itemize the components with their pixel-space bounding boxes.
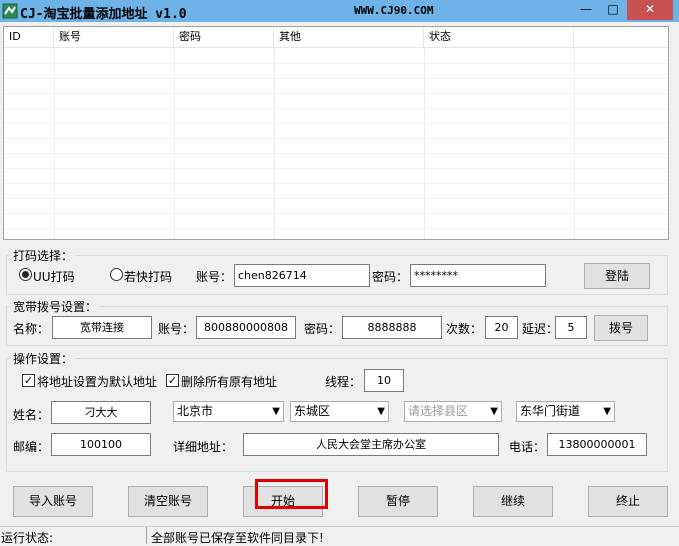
column-divider [54,48,55,239]
column-divider [424,48,425,239]
empty-list-row [4,153,668,154]
column-other[interactable]: 其他 [274,27,424,48]
account-list-header: ID 账号 密码 其他 状态 [4,27,668,48]
empty-list-row [4,63,668,64]
empty-list-row [4,93,668,94]
status-divider [146,527,147,544]
pause-button[interactable]: 暂停 [358,486,438,517]
operation-group-label: 操作设置： [11,350,76,367]
login-button[interactable]: 登陆 [584,263,650,289]
threads-input[interactable]: 10 [364,369,404,392]
county-select[interactable]: 请选择县区 ▼ [404,401,502,422]
address-input[interactable]: 人民大会堂主席办公室 [243,433,499,456]
chevron-down-icon: ▼ [272,406,280,417]
county-placeholder: 请选择县区 [408,404,469,418]
close-button[interactable]: ✕ [627,0,673,20]
city-select[interactable]: 东城区 ▼ [290,401,389,422]
status-message: 全部账号已保存至软件同目录下! [151,531,324,545]
dial-count-input[interactable]: 20 [485,316,518,339]
ruokuai-captcha-label[interactable]: 若快打码 [124,268,172,285]
ruokuai-captcha-radio[interactable] [110,268,123,281]
broadband-account-input[interactable]: 800880000808 [196,316,296,339]
default-address-checkbox[interactable]: ✓ [22,374,35,387]
empty-list-row [4,78,668,79]
window-title: CJ-淘宝批量添加地址 v1.0 [20,7,187,22]
captcha-password-input[interactable]: ******** [410,264,546,287]
uu-captcha-radio[interactable] [19,268,32,281]
resume-button[interactable]: 继续 [473,486,553,517]
broadband-account-label: 账号： [158,322,195,336]
minimize-button[interactable]: — [573,0,599,20]
empty-list-row [4,138,668,139]
title-bar: CJ-淘宝批量添加地址 v1.0 WWW.CJ90.COM — □ ✕ [0,0,679,22]
recipient-name-input[interactable]: 刁大大 [51,401,151,424]
dial-delay-input[interactable]: 5 [555,316,587,339]
chevron-down-icon: ▼ [603,406,611,417]
chevron-down-icon: ▼ [490,406,498,417]
recipient-name-label: 姓名： [13,408,50,422]
column-divider [274,48,275,239]
broadband-password-label: 密码： [304,322,341,336]
empty-list-row [4,228,668,229]
dial-count-label: 次数： [446,322,483,336]
chevron-down-icon: ▼ [377,406,385,417]
status-bar [0,526,679,544]
captcha-account-label: 账号： [196,270,233,284]
delete-all-checkbox[interactable]: ✓ [166,374,179,387]
captcha-group-label: 打码选择： [11,247,76,264]
empty-list-row [4,213,668,214]
delete-all-label[interactable]: 删除所有原有地址 [181,373,277,390]
province-select[interactable]: 北京市 ▼ [173,401,284,422]
dial-delay-label: 延迟： [522,322,559,336]
column-account[interactable]: 账号 [54,27,174,48]
broadband-name-input[interactable]: 宽带连接 [52,316,152,339]
dial-button[interactable]: 拨号 [594,315,648,341]
broadband-name-label: 名称： [13,322,50,336]
broadband-group-label: 宽带拨号设置： [11,298,100,315]
zip-label: 邮编： [13,440,50,454]
start-button-highlight [255,479,328,509]
import-accounts-button[interactable]: 导入账号 [13,486,93,517]
captcha-account-input[interactable]: chen826714 [234,264,370,287]
broadband-password-input[interactable]: 8888888 [342,316,442,339]
captcha-password-label: 密码： [372,270,409,284]
address-label: 详细地址： [173,440,234,454]
street-value: 东华门街道 [520,404,581,418]
phone-input[interactable]: 13800000001 [547,433,647,456]
maximize-button[interactable]: □ [600,0,626,20]
account-list[interactable]: ID 账号 密码 其他 状态 [3,26,669,240]
window-url: WWW.CJ90.COM [354,4,434,17]
column-password[interactable]: 密码 [174,27,274,48]
city-value: 东城区 [294,404,331,418]
zip-input[interactable]: 100100 [51,433,151,456]
stop-button[interactable]: 终止 [588,486,668,517]
empty-list-row [4,123,668,124]
default-address-label[interactable]: 将地址设置为默认地址 [37,373,157,390]
empty-list-row [4,108,668,109]
empty-list-row [4,183,668,184]
uu-captcha-label[interactable]: UU打码 [33,268,75,285]
column-divider [574,48,575,239]
empty-list-row [4,198,668,199]
column-status[interactable]: 状态 [424,27,574,48]
empty-list-row [4,168,668,169]
threads-label: 线程： [325,375,362,389]
app-icon [2,3,18,19]
phone-label: 电话： [509,440,546,454]
clear-accounts-button[interactable]: 清空账号 [128,486,208,517]
column-divider [174,48,175,239]
street-select[interactable]: 东华门街道 ▼ [516,401,615,422]
status-label: 运行状态: [1,531,54,545]
column-id[interactable]: ID [4,27,54,48]
province-value: 北京市 [177,404,214,418]
